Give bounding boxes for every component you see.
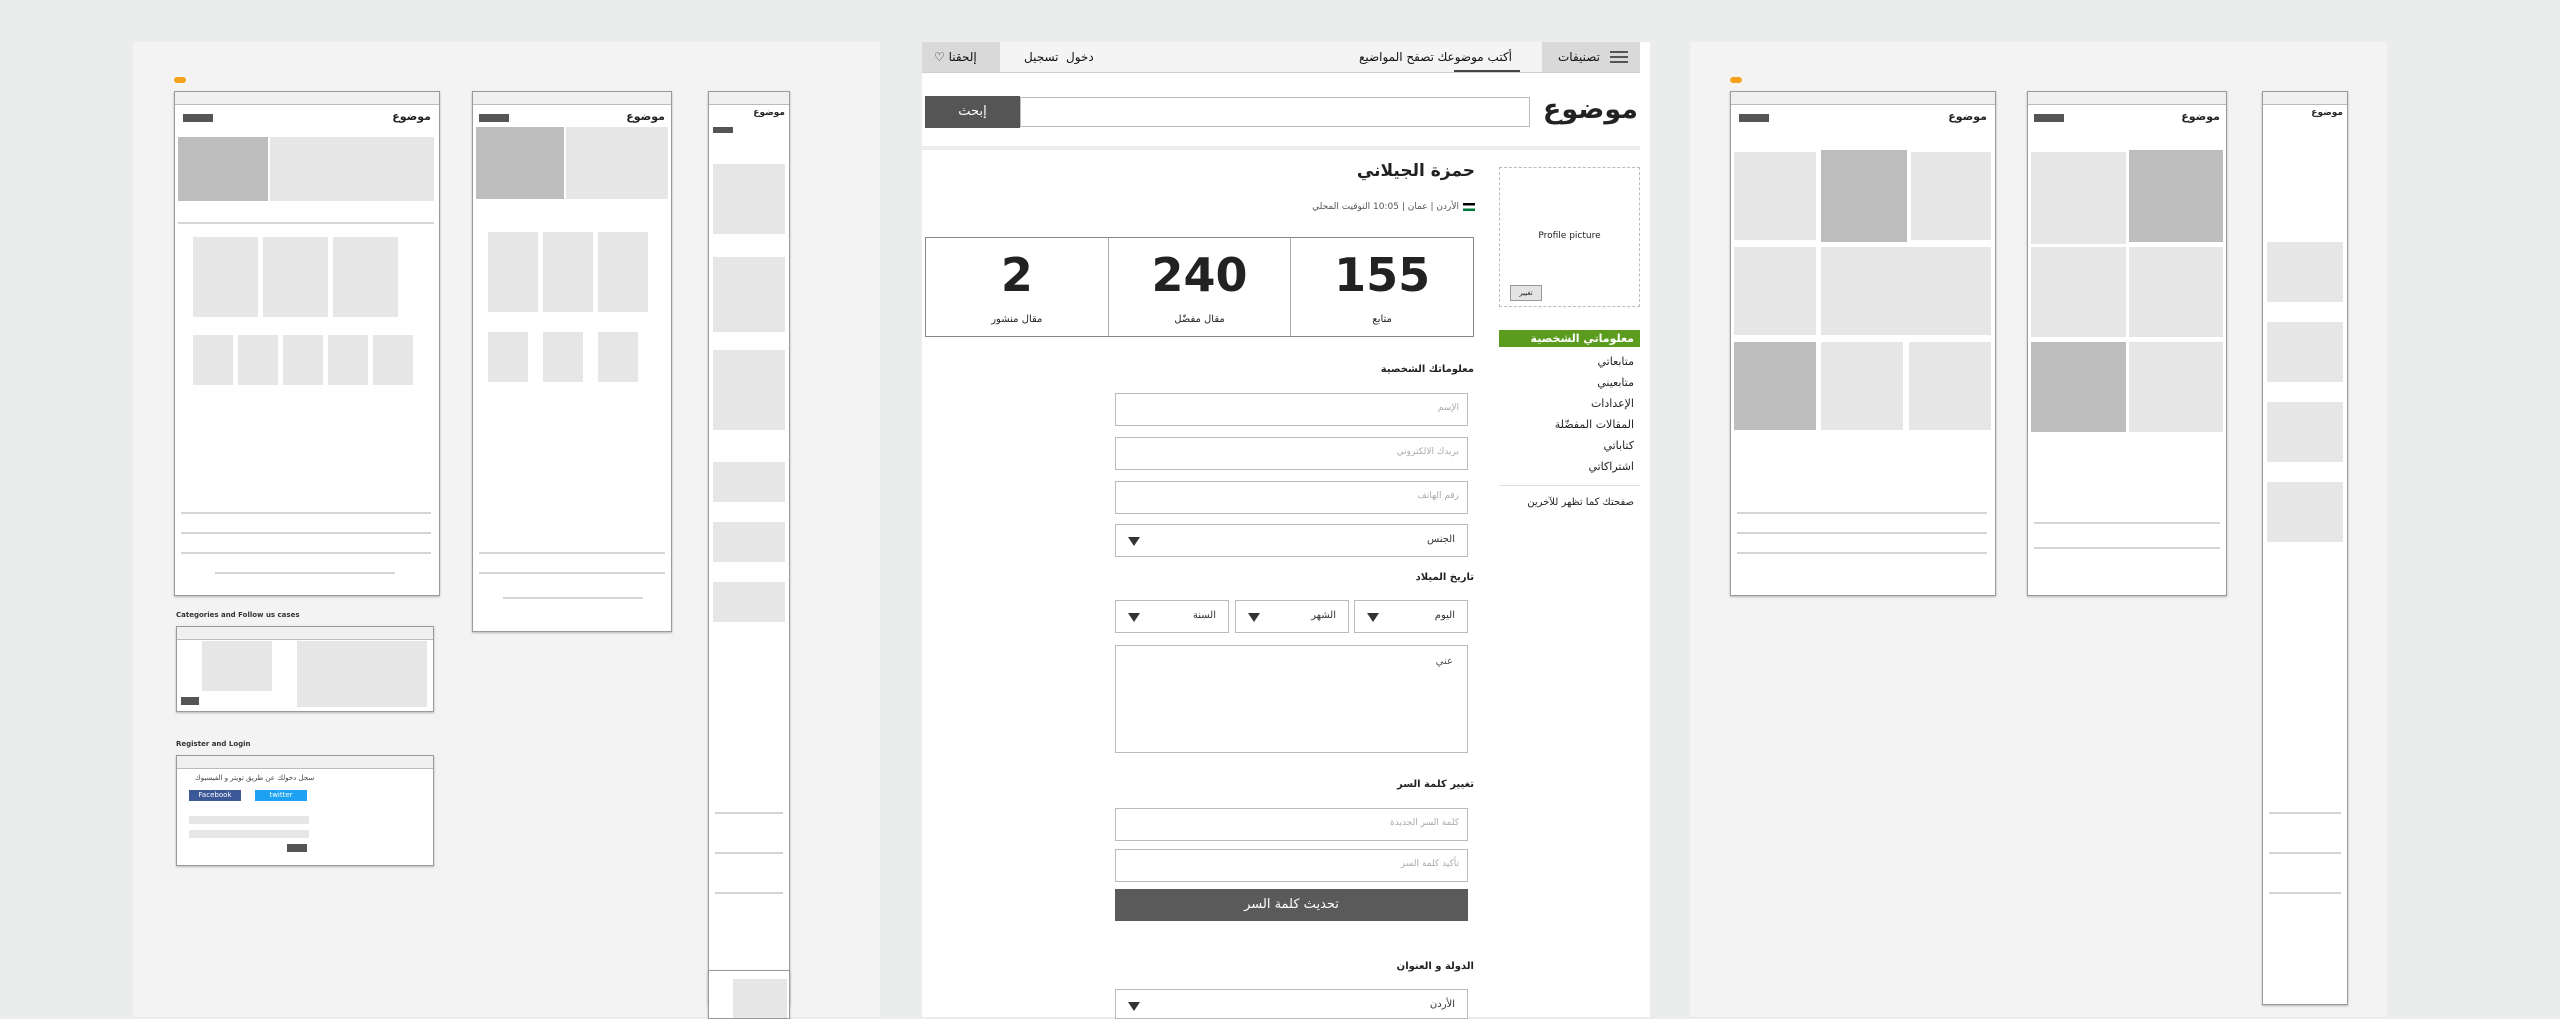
desktop-home-wireframe[interactable]: موضوع xyxy=(174,91,440,596)
mobile-browse-wireframe[interactable]: موضوع xyxy=(2262,91,2348,1005)
mobile-menu-wireframe[interactable] xyxy=(708,970,790,1019)
profile-page-mockup: تصنيفات أكتب موضوعك تصفح المواضيع تسجيل … xyxy=(922,42,1650,1019)
nav-categories: تصنيفات xyxy=(1557,50,1600,64)
site-logo[interactable]: موضوع xyxy=(1543,94,1638,125)
tablet-browse-wireframe[interactable]: موضوع xyxy=(2027,91,2227,596)
nav-login[interactable]: دخول xyxy=(1066,50,1094,64)
desktop-browse-wireframe[interactable]: موضوع xyxy=(1730,91,1996,596)
public-view-link[interactable]: صفحتك كما تظهر للآخرين xyxy=(1499,492,1640,513)
left-wireframe-board: موضوع موضوع موضوع Categories and Follow … xyxy=(133,42,880,1019)
tablet-home-wireframe[interactable]: موضوع xyxy=(472,91,672,632)
search-button[interactable]: إبحث xyxy=(925,96,1020,128)
profile-side-menu: معلوماتي الشخصية متابعاتي متابعيني الإعد… xyxy=(1499,330,1640,513)
profile-location: الأردن | عمان | 10:05 التوقيت المحلي xyxy=(1312,202,1475,212)
dropdown-arrow-icon xyxy=(1248,613,1260,622)
menu-settings[interactable]: الإعدادات xyxy=(1499,393,1640,414)
twitter-button[interactable]: twitter xyxy=(255,790,307,801)
day-select[interactable]: اليوم xyxy=(1354,600,1468,633)
categories-section-label: Categories and Follow us cases xyxy=(176,611,300,619)
email-field[interactable]: بريدك الالكتروني xyxy=(1115,437,1468,470)
menu-my-writings[interactable]: كتاباتي xyxy=(1499,435,1640,456)
facebook-button[interactable]: Facebook xyxy=(189,790,241,801)
dropdown-arrow-icon xyxy=(1128,613,1140,622)
mobile-home-wireframe[interactable]: موضوع xyxy=(708,91,790,1005)
dropdown-arrow-icon xyxy=(1367,613,1379,622)
change-picture-button[interactable]: تغيير xyxy=(1510,285,1542,301)
country-select[interactable]: الأردن xyxy=(1115,989,1468,1019)
nav-browse-topics[interactable]: تصفح المواضيع xyxy=(1359,50,1434,64)
nav-register[interactable]: تسجيل xyxy=(1024,50,1059,64)
register-section-label: Register and Login xyxy=(176,740,251,748)
active-underline xyxy=(1454,70,1520,72)
menu-following[interactable]: متابعاتي xyxy=(1499,351,1640,372)
profile-stats: 155 متابع 240 مقال مفضّل 2 مقال منشور xyxy=(925,237,1474,337)
jordan-flag-icon xyxy=(1463,202,1475,211)
profile-name: حمزة الجيلاني xyxy=(1356,161,1475,181)
profile-picture-label: Profile picture xyxy=(1538,231,1601,241)
country-title: الدولة و العنوان xyxy=(1396,961,1474,972)
update-password-button[interactable]: تحديث كلمة السر xyxy=(1115,889,1468,921)
nav-write-topic[interactable]: أكتب موضوعك xyxy=(1437,50,1512,64)
register-wireframe[interactable]: سجل دخولك عن طريق تويتر و الفيسبوك Faceb… xyxy=(176,755,434,866)
year-select[interactable]: السنة xyxy=(1115,600,1229,633)
search-input[interactable] xyxy=(1020,97,1530,127)
gender-select[interactable]: الجنس xyxy=(1115,524,1468,557)
phone-field[interactable]: رقم الهاتف xyxy=(1115,481,1468,514)
badge xyxy=(174,77,186,83)
password-title: تغيير كلمة السر xyxy=(1397,779,1474,790)
top-nav: تصنيفات أكتب موضوعك تصفح المواضيع تسجيل … xyxy=(922,42,1640,73)
stat-followers[interactable]: 155 متابع xyxy=(1290,238,1473,336)
birthdate-title: تاريخ الميلاد xyxy=(1415,572,1474,583)
menu-followers[interactable]: متابعيني xyxy=(1499,372,1640,393)
stat-favorites[interactable]: 240 مقال مفضّل xyxy=(1107,238,1291,336)
about-textarea[interactable]: عني xyxy=(1115,645,1468,753)
menu-subscriptions[interactable]: اشتراكاتي xyxy=(1499,456,1640,477)
personal-info-title: معلوماتك الشخصية xyxy=(1380,364,1474,375)
stat-published[interactable]: 2 مقال منشور xyxy=(926,238,1108,336)
dropdown-arrow-icon xyxy=(1128,537,1140,546)
categories-wireframe[interactable] xyxy=(176,626,434,712)
dropdown-arrow-icon xyxy=(1128,1002,1140,1011)
month-select[interactable]: الشهر xyxy=(1235,600,1349,633)
join-us-button[interactable]: ♡ إلحقنا xyxy=(922,42,1000,72)
menu-favorites[interactable]: المقالات المفضّلة xyxy=(1499,414,1640,435)
menu-personal-info[interactable]: معلوماتي الشخصية xyxy=(1499,330,1640,347)
profile-picture: Profile picture تغيير xyxy=(1499,167,1640,307)
badge xyxy=(1730,77,1742,83)
heart-icon: ♡ xyxy=(934,50,945,64)
confirm-password-field[interactable]: تأكيد كلمة السر xyxy=(1115,849,1468,882)
new-password-field[interactable]: كلمة السر الجديدة xyxy=(1115,808,1468,841)
right-wireframe-board: موضوع موضوع موضوع xyxy=(1690,42,2387,1017)
name-field[interactable]: الإسم xyxy=(1115,393,1468,426)
divider-band xyxy=(922,146,1640,150)
hamburger-icon xyxy=(1610,51,1628,63)
categories-menu[interactable]: تصنيفات xyxy=(1542,42,1640,72)
